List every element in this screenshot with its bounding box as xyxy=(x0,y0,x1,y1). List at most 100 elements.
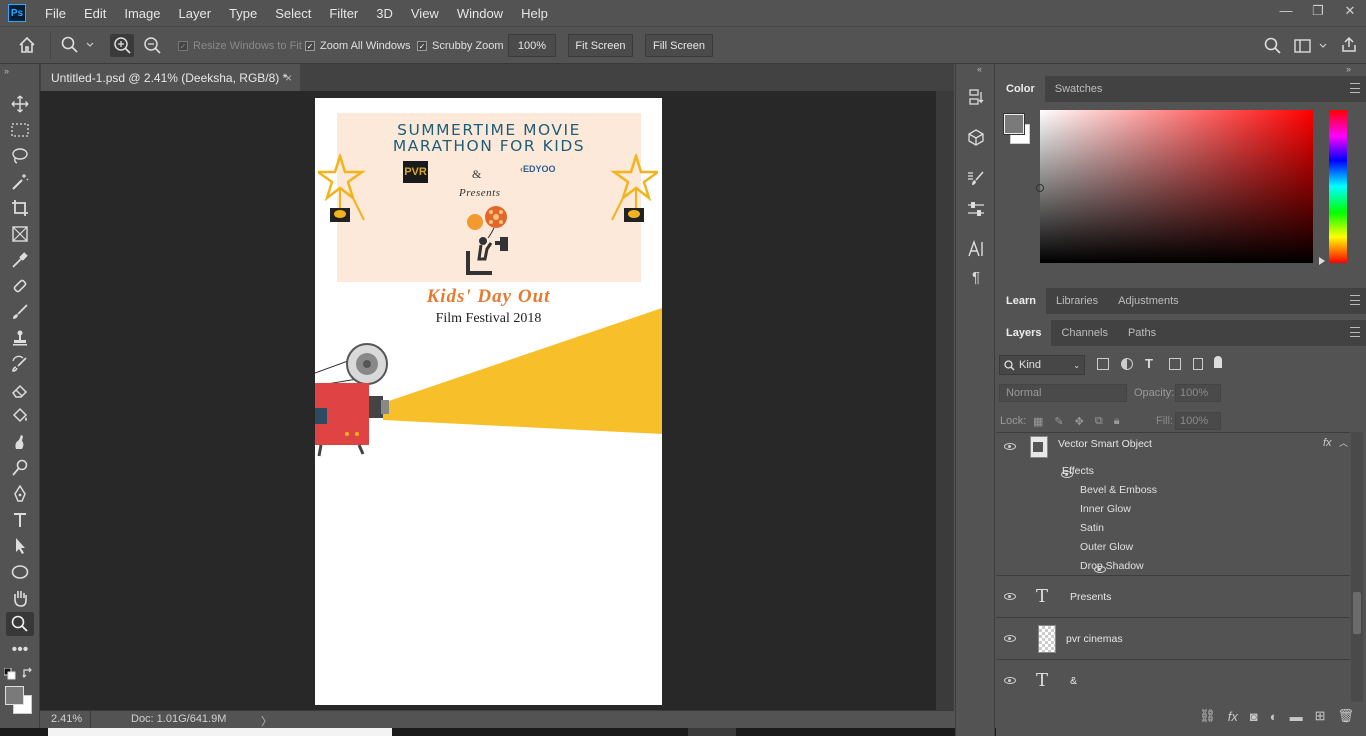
menu-layer[interactable]: Layer xyxy=(170,6,221,21)
filter-toggle-icon[interactable] xyxy=(1214,356,1222,368)
zoom-all-windows-checkbox[interactable]: ✓ Zoom All Windows xyxy=(305,40,410,52)
visibility-eye-icon[interactable] xyxy=(1004,593,1016,600)
zoom-in-icon[interactable] xyxy=(110,34,134,57)
layer-row[interactable]: T Presents xyxy=(996,575,1350,617)
paint-bucket-tool-icon[interactable] xyxy=(6,404,34,428)
scrubby-zoom-checkbox[interactable]: ✓ Scrubby Zoom xyxy=(417,40,504,52)
new-group-icon[interactable]: ▬ xyxy=(1290,709,1303,724)
resize-windows-checkbox[interactable]: ✓ Resize Windows to Fit xyxy=(178,40,302,52)
tab-channels[interactable]: Channels xyxy=(1051,320,1117,346)
zoom-percent-field[interactable]: 100% xyxy=(508,34,556,57)
menu-file[interactable]: File xyxy=(36,6,75,21)
pen-tool-icon[interactable] xyxy=(6,482,34,506)
share-icon[interactable] xyxy=(1340,36,1358,57)
tab-swatches[interactable]: Swatches xyxy=(1045,76,1113,102)
default-colors-icon[interactable] xyxy=(3,667,16,683)
zoom-out-icon[interactable] xyxy=(140,34,164,57)
hue-slider[interactable] xyxy=(1329,110,1347,263)
marquee-tool-icon[interactable] xyxy=(6,118,34,142)
history-panel-icon[interactable] xyxy=(964,86,988,108)
foreground-color-swatch[interactable] xyxy=(5,686,24,705)
zoom-status[interactable]: 2.41% xyxy=(51,713,82,725)
dodge-tool-icon[interactable] xyxy=(6,456,34,480)
swap-colors-icon[interactable] xyxy=(22,667,34,682)
add-mask-icon[interactable]: ◙ xyxy=(1250,709,1258,724)
effect-drop-shadow[interactable]: Drop Shadow xyxy=(1080,560,1144,572)
filter-adjustment-icon[interactable] xyxy=(1121,358,1133,370)
menu-3d[interactable]: 3D xyxy=(367,6,402,21)
lock-all-icon[interactable]: 🔒︎ xyxy=(1114,415,1120,428)
menu-select[interactable]: Select xyxy=(266,6,320,21)
status-menu-arrow[interactable]: 〉 xyxy=(261,713,272,729)
filter-smart-object-icon[interactable] xyxy=(1193,358,1203,370)
effect-outer-glow[interactable]: Outer Glow xyxy=(1080,541,1133,553)
3d-panel-icon[interactable] xyxy=(964,126,988,148)
collapse-toolbox-icon[interactable]: » xyxy=(4,66,9,76)
panel-menu-icon[interactable] xyxy=(1350,295,1360,305)
lock-position-icon[interactable]: ✥ xyxy=(1075,415,1084,428)
filter-type-icon[interactable]: T xyxy=(1145,356,1153,371)
zoom-tool-preset-icon[interactable] xyxy=(60,36,96,57)
add-layer-style-icon[interactable]: fx xyxy=(1228,709,1238,724)
minimize-button[interactable]: — xyxy=(1270,0,1302,22)
visibility-eye-icon[interactable] xyxy=(1004,677,1016,684)
brush-settings-icon[interactable] xyxy=(964,168,988,190)
lasso-tool-icon[interactable] xyxy=(6,144,34,168)
brush-tool-icon[interactable] xyxy=(6,300,34,324)
menu-filter[interactable]: Filter xyxy=(320,6,367,21)
blend-mode-select[interactable]: Normal xyxy=(999,384,1127,402)
zoom-tool-icon[interactable] xyxy=(6,612,34,636)
layer-row[interactable]: pvr cinemas xyxy=(996,617,1350,659)
visibility-eye-icon[interactable] xyxy=(1004,443,1016,450)
menu-help[interactable]: Help xyxy=(512,6,557,21)
eyedropper-tool-icon[interactable] xyxy=(6,248,34,272)
tab-learn[interactable]: Learn xyxy=(996,288,1046,314)
type-tool-icon[interactable] xyxy=(6,508,34,532)
hand-tool-icon[interactable] xyxy=(6,586,34,610)
close-tab-icon[interactable]: × xyxy=(285,71,292,85)
tab-libraries[interactable]: Libraries xyxy=(1046,288,1108,314)
effect-bevel-emboss[interactable]: Bevel & Emboss xyxy=(1080,484,1157,496)
character-panel-icon[interactable] xyxy=(964,238,988,260)
smudge-tool-icon[interactable] xyxy=(6,430,34,454)
new-layer-icon[interactable]: ⊞ xyxy=(1315,708,1326,724)
workspace-icon[interactable] xyxy=(1294,38,1330,57)
vertical-scrollbar[interactable] xyxy=(936,91,954,710)
clone-stamp-tool-icon[interactable] xyxy=(6,326,34,350)
move-tool-icon[interactable] xyxy=(6,92,34,116)
menu-window[interactable]: Window xyxy=(448,6,512,21)
ellipse-tool-icon[interactable] xyxy=(6,560,34,584)
menu-image[interactable]: Image xyxy=(115,6,169,21)
fill-field[interactable]: 100% xyxy=(1175,412,1221,430)
history-brush-tool-icon[interactable] xyxy=(6,352,34,376)
crop-tool-icon[interactable] xyxy=(6,196,34,220)
lock-paint-icon[interactable]: ✎ xyxy=(1054,415,1063,428)
panel-menu-icon[interactable] xyxy=(1350,327,1360,337)
document-canvas[interactable]: SUMMERTIME MOVIE MARATHON FOR KIDS PVR &… xyxy=(315,98,662,705)
layer-filter-kind-select[interactable]: Kind ⌄ xyxy=(999,355,1085,375)
layers-scrollbar-thumb[interactable] xyxy=(1353,592,1361,634)
restore-button[interactable]: ❐ xyxy=(1302,0,1334,22)
tab-adjustments[interactable]: Adjustments xyxy=(1108,288,1189,314)
effect-inner-glow[interactable]: Inner Glow xyxy=(1080,503,1131,515)
menu-edit[interactable]: Edit xyxy=(75,6,115,21)
tab-layers[interactable]: Layers xyxy=(996,320,1052,346)
magic-wand-tool-icon[interactable] xyxy=(6,170,34,194)
close-window-button[interactable]: ✕ xyxy=(1334,0,1366,22)
lock-artboard-icon[interactable]: ⧉ xyxy=(1095,415,1103,428)
tab-color[interactable]: Color xyxy=(996,76,1045,102)
delete-layer-icon[interactable]: 🗑︎ xyxy=(1337,708,1354,724)
fx-icon[interactable]: fx xyxy=(1323,437,1332,449)
filter-pixel-icon[interactable] xyxy=(1097,358,1109,370)
filter-shape-icon[interactable] xyxy=(1169,358,1181,370)
taskbar-item[interactable] xyxy=(48,728,392,736)
opacity-field[interactable]: 100% xyxy=(1175,384,1221,402)
visibility-eye-icon[interactable] xyxy=(1004,635,1016,642)
adjustment-sliders-icon[interactable] xyxy=(964,198,988,220)
document-tab[interactable]: Untitled-1.psd @ 2.41% (Deeksha, RGB/8) … xyxy=(41,64,300,91)
path-selection-tool-icon[interactable] xyxy=(6,534,34,558)
collapse-icon[interactable]: » xyxy=(1346,64,1351,74)
new-adjustment-layer-icon[interactable]: ◐ xyxy=(1270,709,1278,724)
lock-transparent-icon[interactable]: ▦ xyxy=(1033,415,1043,428)
tab-paths[interactable]: Paths xyxy=(1118,320,1166,346)
